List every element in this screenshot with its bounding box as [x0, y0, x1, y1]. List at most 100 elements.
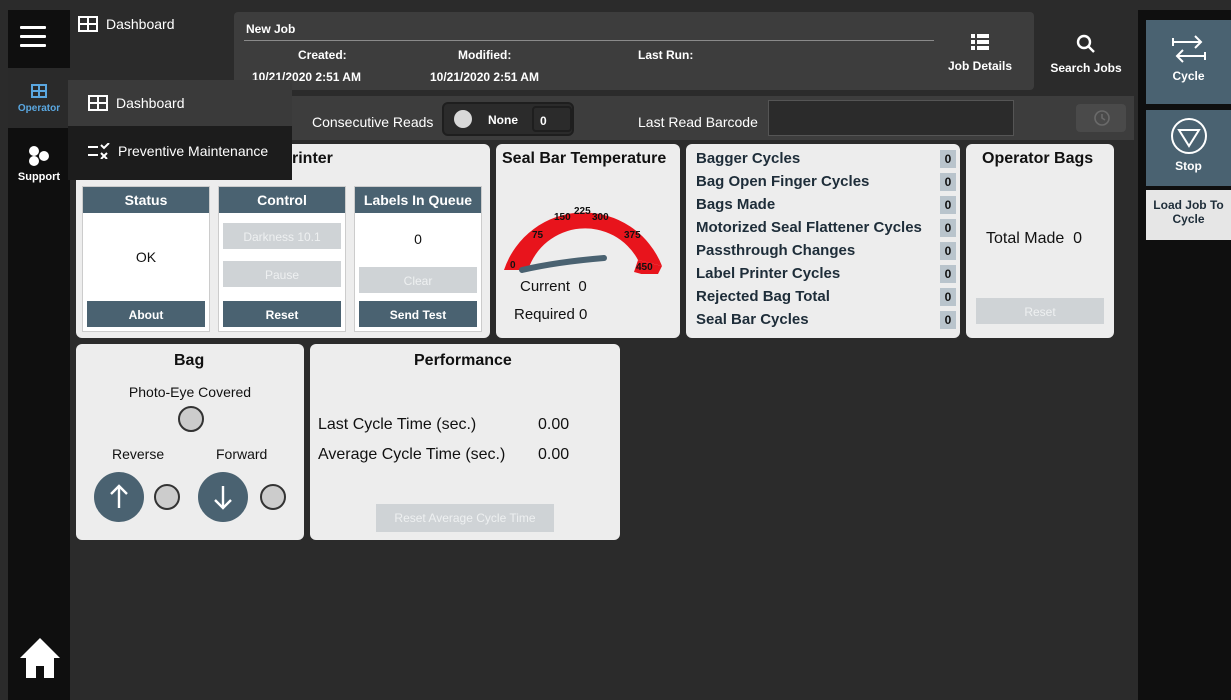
dashboard-grid-icon — [88, 95, 108, 111]
load-job-to-cycle-button[interactable]: Load Job To Cycle — [1146, 190, 1231, 240]
average-cycle-value: 0.00 — [538, 446, 570, 463]
job-details-label: Job Details — [947, 59, 1013, 73]
send-test-button[interactable]: Send Test — [359, 301, 477, 327]
history-icon — [1094, 110, 1110, 126]
job-details-button[interactable]: Job Details — [944, 34, 1016, 73]
cycle-button[interactable]: Cycle — [1146, 20, 1231, 104]
stat-value: 0 — [940, 265, 956, 283]
stat-label: Seal Bar Cycles — [696, 311, 809, 328]
stop-label: Stop — [1175, 159, 1202, 173]
reset-average-cycle-button[interactable]: Reset Average Cycle Time — [376, 504, 554, 532]
reset-button[interactable]: Reset — [223, 301, 341, 327]
darkness-button[interactable]: Darkness 10.1 — [223, 223, 341, 249]
stat-value: 0 — [940, 288, 956, 306]
stat-value: 0 — [940, 242, 956, 260]
stat-row: Bags Made 0 — [696, 196, 956, 218]
gauge-tick-label: 225 — [574, 206, 591, 217]
reads-bar: Consecutive Reads None 0 Last Read Barco… — [292, 96, 1134, 140]
stat-label: Bags Made — [696, 196, 776, 213]
modified-label: Modified: — [458, 48, 512, 62]
stat-label: Rejected Bag Total — [696, 288, 830, 305]
home-icon[interactable] — [18, 636, 62, 685]
search-icon — [1076, 34, 1095, 53]
stat-value: 0 — [940, 196, 956, 214]
current-temp-value: 0 — [578, 278, 587, 295]
gauge-tick-label: 450 — [636, 262, 653, 273]
stat-value: 0 — [940, 173, 956, 191]
checklist-icon — [88, 143, 110, 159]
nav-dropdown-menu: Dashboard Preventive Maintenance — [68, 80, 292, 180]
toggle-value: None — [488, 113, 518, 127]
job-bar: New Job Created: 10/21/2020 2:51 AM Modi… — [234, 12, 1034, 90]
bag-card: Bag Photo-Eye Covered Reverse Forward — [76, 344, 304, 540]
stat-row: Seal Bar Cycles 0 — [696, 311, 956, 333]
operator-bags-title: Operator Bags — [982, 150, 1094, 167]
status-column: Status OK About — [82, 186, 210, 332]
printer-title: rinter — [292, 150, 333, 167]
stat-label: Label Printer Cycles — [696, 265, 841, 282]
cycle-label: Cycle — [1172, 69, 1205, 83]
last-cycle-value: 0.00 — [538, 416, 570, 433]
support-hexagons-icon — [29, 146, 49, 166]
reverse-button[interactable] — [94, 472, 144, 522]
stop-icon — [1170, 118, 1207, 154]
photo-eye-indicator — [178, 406, 204, 432]
control-header: Control — [219, 187, 345, 213]
forward-button[interactable] — [198, 472, 248, 522]
toggle-knob — [454, 110, 472, 128]
forward-indicator — [260, 484, 286, 510]
labels-queue-column: Labels In Queue 0 Clear Send Test — [354, 186, 482, 332]
status-value: OK — [135, 249, 157, 265]
total-made: Total Made 0 — [986, 230, 1082, 248]
nav-operator[interactable]: Operator — [8, 68, 70, 128]
labels-queue-value: 0 — [414, 231, 422, 247]
reverse-indicator — [154, 484, 180, 510]
stat-row: Bag Open Finger Cycles 0 — [696, 173, 956, 195]
stat-value: 0 — [940, 150, 956, 168]
forward-label: Forward — [216, 446, 268, 462]
created-label: Created: — [298, 48, 347, 62]
operator-bags-reset-button[interactable]: Reset — [976, 298, 1104, 324]
nav-support[interactable]: Support — [8, 140, 70, 183]
stat-label: Bag Open Finger Cycles — [696, 173, 870, 190]
seal-bar-title: Seal Bar Temperature — [502, 150, 667, 167]
history-button[interactable] — [1076, 104, 1126, 132]
stop-button[interactable]: Stop — [1146, 110, 1231, 186]
left-nav: Operator Support — [8, 10, 70, 700]
hamburger-menu-icon[interactable] — [20, 26, 46, 53]
dashboard-grid-icon — [78, 16, 98, 32]
gauge-tick-label: 300 — [592, 212, 609, 223]
nav-operator-label: Operator — [17, 103, 61, 114]
average-cycle-label: Average Cycle Time (sec.) — [318, 446, 506, 463]
search-jobs-label: Search Jobs — [1050, 61, 1122, 75]
operator-bags-card: Operator Bags Total Made 0 Reset — [966, 144, 1114, 338]
menu-item-dashboard[interactable]: Dashboard — [68, 80, 292, 126]
consecutive-reads-label: Consecutive Reads — [312, 114, 434, 130]
consecutive-reads-count[interactable]: 0 — [532, 106, 572, 132]
menu-item-label: Preventive Maintenance — [118, 143, 269, 159]
performance-title: Performance — [414, 352, 512, 369]
required-temp-label: Required — [514, 306, 575, 323]
gauge-tick-label: 375 — [624, 230, 641, 241]
stat-row: Passthrough Changes 0 — [696, 242, 956, 264]
pause-button[interactable]: Pause — [223, 261, 341, 287]
cycles-stats-card: Bagger Cycles 0 Bag Open Finger Cycles 0 B… — [686, 144, 960, 338]
search-jobs-button[interactable]: Search Jobs — [1042, 34, 1130, 75]
arrow-down-icon — [214, 486, 232, 510]
clear-button[interactable]: Clear — [359, 267, 477, 293]
stat-label: Motorized Seal Flattener Cycles — [696, 219, 922, 236]
gauge-tick-label: 150 — [554, 212, 571, 223]
stat-row: Label Printer Cycles 0 — [696, 265, 956, 287]
reverse-label: Reverse — [112, 446, 165, 462]
about-button[interactable]: About — [87, 301, 205, 327]
last-run-label: Last Run: — [638, 48, 694, 62]
last-cycle-label: Last Cycle Time (sec.) — [318, 416, 477, 433]
total-made-value: 0 — [1073, 230, 1083, 247]
stat-row: Motorized Seal Flattener Cycles 0 — [696, 219, 956, 241]
cycle-arrows-icon — [1171, 35, 1206, 63]
temperature-gauge: 0 75 150 225 300 375 450 — [504, 206, 662, 274]
consecutive-reads-toggle[interactable]: None 0 — [442, 102, 574, 136]
menu-item-preventive-maintenance[interactable]: Preventive Maintenance — [68, 128, 292, 174]
header-dashboard[interactable]: Dashboard — [78, 16, 175, 32]
stat-row: Rejected Bag Total 0 — [696, 288, 956, 310]
